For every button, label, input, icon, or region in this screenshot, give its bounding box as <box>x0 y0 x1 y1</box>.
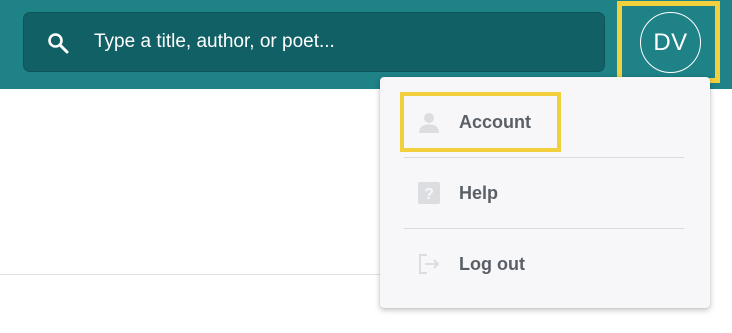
menu-item-label: Account <box>459 112 531 132</box>
search-icon[interactable] <box>46 31 70 55</box>
avatar-initials: DV <box>653 28 688 56</box>
menu-item-account[interactable]: Account <box>380 97 710 147</box>
help-icon: ? <box>417 181 441 205</box>
menu-item-help[interactable]: ? Help <box>380 168 710 218</box>
logout-icon <box>417 252 441 276</box>
avatar-button[interactable]: DV <box>640 12 701 73</box>
menu-item-label: Help <box>459 183 499 203</box>
menu-item-logout[interactable]: Log out <box>380 239 710 289</box>
top-bar: DV <box>0 0 732 89</box>
menu-item-label: Log out <box>459 254 525 274</box>
menu-separator <box>404 228 684 229</box>
svg-text:?: ? <box>424 186 434 203</box>
search-input[interactable] <box>94 13 594 71</box>
content-divider <box>0 274 380 275</box>
menu-separator <box>404 157 684 158</box>
person-icon <box>417 110 441 134</box>
user-dropdown-menu: Account ? Help Log out <box>380 77 710 308</box>
search-bar[interactable] <box>23 12 605 72</box>
